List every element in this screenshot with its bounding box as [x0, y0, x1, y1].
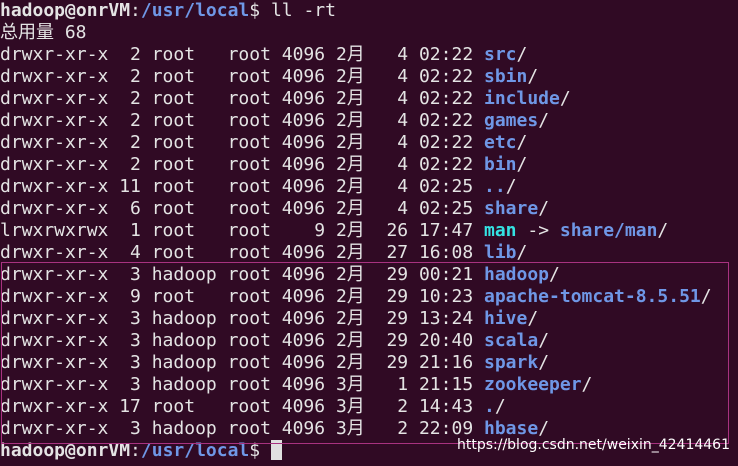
listing-row: drwxr-xr-x 3 hadoop root 4096 2月 29 20:4…	[0, 330, 738, 352]
prompt-line: hadoop@onrVM:/usr/local$ ll -rt	[0, 0, 738, 22]
row-meta: drwxr-xr-x 2 root root 4096 2月 4 02:22	[0, 110, 484, 131]
listing-row: drwxr-xr-x 3 hadoop root 4096 2月 29 00:2…	[0, 264, 738, 286]
row-suffix: /	[505, 176, 517, 197]
directory-name: zookeeper	[484, 374, 582, 395]
final-prompt-cwd: /usr/local	[140, 440, 250, 461]
listing-row: drwxr-xr-x 4 root root 4096 2月 27 16:08 …	[0, 242, 738, 264]
row-meta: drwxr-xr-x 6 root root 4096 2月 4 02:25	[0, 198, 484, 219]
prompt-cwd: /usr/local	[140, 0, 250, 21]
symlink-arrow: ->	[516, 220, 560, 241]
command-text: ll -rt	[260, 0, 336, 21]
prompt-separator: :	[130, 0, 141, 21]
row-suffix: /	[516, 44, 528, 65]
symlink-name: man	[484, 220, 517, 241]
listing-row: drwxr-xr-x 9 root root 4096 2月 29 10:23 …	[0, 286, 738, 308]
row-suffix: /	[527, 66, 539, 87]
directory-name: bin	[484, 154, 517, 175]
row-meta: drwxr-xr-x 2 root root 4096 2月 4 02:22	[0, 88, 484, 109]
listing-row: lrwxrwxrwx 1 root root 9 2月 26 17:47 man…	[0, 220, 738, 242]
directory-name: games	[484, 110, 539, 131]
listing-row: drwxr-xr-x 2 root root 4096 2月 4 02:22 s…	[0, 44, 738, 66]
prompt-symbol: $	[249, 0, 261, 21]
row-suffix: /	[538, 352, 550, 373]
directory-name: share	[484, 198, 539, 219]
directory-name: hive	[484, 308, 528, 329]
total-line: 总用量 68	[0, 22, 87, 43]
row-suffix: /	[538, 110, 550, 131]
row-meta: drwxr-xr-x 2 root root 4096 2月 4 02:22	[0, 44, 484, 65]
listing-row: drwxr-xr-x 2 root root 4096 2月 4 02:22 b…	[0, 154, 738, 176]
row-meta: lrwxrwxrwx 1 root root 9 2月 26 17:47	[0, 220, 484, 241]
row-meta: drwxr-xr-x 3 hadoop root 4096 2月 29 13:2…	[0, 308, 484, 329]
terminal-window[interactable]: hadoop@onrVM:/usr/local$ ll -rt 总用量 68 d…	[0, 0, 738, 466]
row-suffix: /	[559, 88, 571, 109]
directory-name: .	[484, 396, 495, 417]
text-cursor	[270, 440, 282, 460]
directory-name: src	[484, 44, 517, 65]
row-meta: drwxr-xr-x 2 root root 4096 2月 4 02:22	[0, 154, 484, 175]
row-meta: drwxr-xr-x 3 hadoop root 4096 2月 29 00:2…	[0, 264, 484, 285]
row-suffix: /	[538, 330, 550, 351]
symlink-target: share/man	[559, 220, 658, 241]
directory-name: include	[484, 88, 560, 109]
listing-row: drwxr-xr-x 3 hadoop root 4096 3月 1 21:15…	[0, 374, 738, 396]
listing-row: drwxr-xr-x 11 root root 4096 2月 4 02:25 …	[0, 176, 738, 198]
row-meta: drwxr-xr-x 3 hadoop root 4096 3月 2 22:09	[0, 418, 484, 439]
row-meta: drwxr-xr-x 3 hadoop root 4096 3月 1 21:15	[0, 374, 484, 395]
listing-row: drwxr-xr-x 6 root root 4096 2月 4 02:25 s…	[0, 198, 738, 220]
listing-row: drwxr-xr-x 3 hadoop root 4096 2月 29 13:2…	[0, 308, 738, 330]
directory-name: apache-tomcat-8.5.51	[484, 286, 701, 307]
directory-name: lib	[484, 242, 517, 263]
directory-name: ..	[484, 176, 506, 197]
prompt-user-host: hadoop@onrVM	[0, 0, 131, 21]
row-suffix: /	[657, 220, 669, 241]
row-meta: drwxr-xr-x 2 root root 4096 2月 4 02:22	[0, 132, 484, 153]
final-prompt-separator: :	[130, 440, 141, 461]
final-prompt-symbol: $	[249, 440, 261, 461]
row-meta: drwxr-xr-x 4 root root 4096 2月 27 16:08	[0, 242, 484, 263]
listing-row: drwxr-xr-x 17 root root 4096 3月 2 14:43 …	[0, 396, 738, 418]
row-suffix: /	[700, 286, 712, 307]
row-suffix: /	[516, 242, 528, 263]
row-meta: drwxr-xr-x 11 root root 4096 2月 4 02:25	[0, 176, 484, 197]
final-prompt-user-host: hadoop@onrVM	[0, 440, 131, 461]
listing-row: drwxr-xr-x 2 root root 4096 2月 4 02:22 i…	[0, 88, 738, 110]
row-suffix: /	[516, 132, 528, 153]
row-meta: drwxr-xr-x 3 hadoop root 4096 2月 29 21:1…	[0, 352, 484, 373]
listing-row: drwxr-xr-x 2 root root 4096 2月 4 02:22 s…	[0, 66, 738, 88]
row-meta: drwxr-xr-x 17 root root 4096 3月 2 14:43	[0, 396, 484, 417]
row-suffix: /	[527, 308, 539, 329]
listing-row: drwxr-xr-x 2 root root 4096 2月 4 02:22 g…	[0, 110, 738, 132]
row-suffix: /	[494, 396, 506, 417]
listing-row: drwxr-xr-x 3 hadoop root 4096 2月 29 21:1…	[0, 352, 738, 374]
watermark-text: https://blog.csdn.net/weixin_42414461	[456, 437, 730, 453]
row-suffix: /	[538, 198, 550, 219]
row-meta: drwxr-xr-x 3 hadoop root 4096 2月 29 20:4…	[0, 330, 484, 351]
directory-name: sbin	[484, 66, 528, 87]
directory-name: hadoop	[484, 264, 550, 285]
row-meta: drwxr-xr-x 9 root root 4096 2月 29 10:23	[0, 286, 484, 307]
directory-name: etc	[484, 132, 517, 153]
row-meta: drwxr-xr-x 2 root root 4096 2月 4 02:22	[0, 66, 484, 87]
listing-row: drwxr-xr-x 2 root root 4096 2月 4 02:22 e…	[0, 132, 738, 154]
directory-name: scala	[484, 330, 539, 351]
row-suffix: /	[516, 154, 528, 175]
row-suffix: /	[549, 264, 560, 285]
directory-name: spark	[484, 352, 539, 373]
row-suffix: /	[581, 374, 593, 395]
